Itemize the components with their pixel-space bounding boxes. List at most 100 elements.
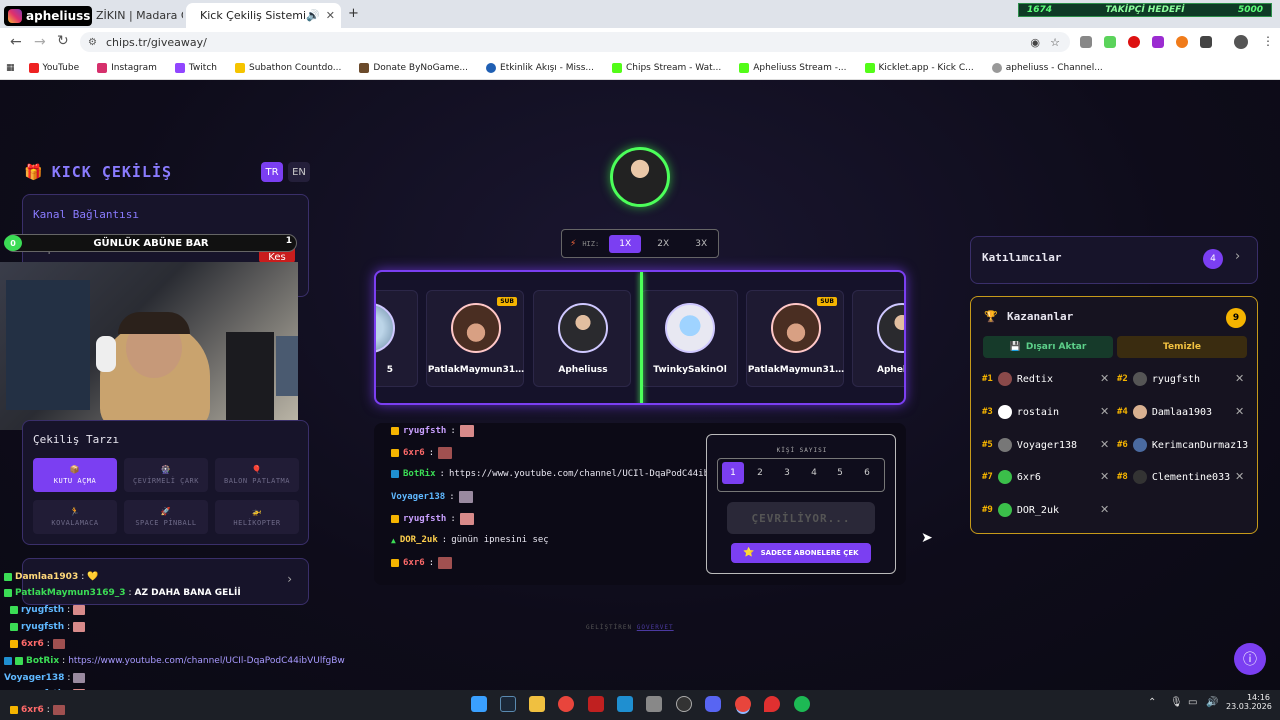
rocket-icon: 🚀 [160, 507, 172, 516]
reload-icon[interactable]: ↻ [57, 33, 69, 49]
bookmark-twitch[interactable]: Twitch [174, 62, 217, 73]
shield-icon[interactable] [1080, 36, 1092, 48]
style-helikopter[interactable]: 🚁 HELİKOPTER [215, 500, 299, 534]
subs-only-button[interactable]: ⭐ SADECE ABONELERE ÇEK [731, 543, 871, 563]
mic-icon[interactable]: 🎙 [1170, 697, 1183, 708]
apps-grid-icon[interactable]: ▦ [6, 63, 15, 73]
winner-row: #2 ryugfsth [1117, 372, 1201, 386]
reel-card: 5 [376, 290, 418, 387]
profile-avatar[interactable] [1234, 35, 1248, 49]
export-button[interactable]: 💾 Dışarı Aktar [983, 336, 1113, 358]
info-button[interactable]: ⓘ [1234, 643, 1266, 675]
bookmark-chips[interactable]: Chips Stream - Wat... [611, 62, 721, 73]
maps-pin-icon[interactable] [764, 696, 780, 712]
remove-icon[interactable]: ✕ [1235, 372, 1244, 385]
channel-title: Kanal Bağlantısı [33, 208, 139, 221]
extension-icon[interactable] [1176, 36, 1188, 48]
windows-start-icon[interactable] [471, 696, 487, 712]
kick-icon [864, 62, 875, 73]
steam-icon[interactable] [500, 696, 516, 712]
bookmark-apheliuss-stream[interactable]: Apheliuss Stream -... [739, 62, 847, 73]
bookmark-apheliuss-channel[interactable]: apheliuss - Channel... [991, 62, 1103, 73]
speed-3x-button[interactable]: 3X [685, 235, 717, 253]
back-icon[interactable]: ← [10, 34, 22, 50]
bookmark-subathon[interactable]: Subathon Countdo... [234, 62, 341, 73]
app-icon[interactable] [646, 696, 662, 712]
count-4-button[interactable]: 4 [803, 462, 825, 484]
network-icon[interactable]: ▭ [1188, 697, 1197, 708]
style-kovalamaca[interactable]: 🏃 KOVALAMACA [33, 500, 117, 534]
count-5-button[interactable]: 5 [829, 462, 851, 484]
bookmark-youtube[interactable]: YouTube [28, 62, 79, 73]
spotify-icon[interactable] [794, 696, 810, 712]
speed-2x-button[interactable]: 2X [647, 235, 679, 253]
close-icon[interactable]: ✕ [326, 9, 335, 22]
chevron-right-icon[interactable]: › [287, 572, 292, 586]
bookmark-instagram[interactable]: Instagram [97, 62, 157, 73]
forward-icon[interactable]: → [34, 34, 46, 50]
chat-line: ▲ DOR_2uk: günün ipnesini seç [391, 535, 549, 545]
chevron-up-icon[interactable]: ⌃ [1148, 697, 1156, 708]
mute-icon[interactable]: 🔊 [306, 9, 320, 22]
wall-flag [6, 280, 90, 410]
chrome-icon[interactable] [558, 696, 574, 712]
card-name: 5 [386, 365, 393, 375]
count-2-button[interactable]: 2 [749, 462, 771, 484]
bookmark-etkinlik[interactable]: Etkinlik Akışı - Miss... [486, 62, 594, 73]
bookmark-icon [359, 62, 370, 73]
spin-button[interactable]: ÇEVRİLİYOR... [727, 502, 875, 534]
chrome-icon[interactable] [735, 696, 751, 712]
lang-tr-button[interactable]: TR [261, 162, 283, 182]
clear-button[interactable]: Temizle [1117, 336, 1247, 358]
runner-icon: 🏃 [69, 507, 81, 516]
remove-icon[interactable]: ✕ [1235, 470, 1244, 483]
remove-icon[interactable]: ✕ [1100, 372, 1109, 385]
style-balon-patlatma[interactable]: 🎈 BALON PATLATMA [215, 458, 299, 492]
remove-icon[interactable]: ✕ [1100, 405, 1109, 418]
count-3-button[interactable]: 3 [776, 462, 798, 484]
winner-avatar [1132, 470, 1147, 484]
tab-kick-cekilis[interactable]: Kick Çekiliş Sistemi 🔊 ✕ [186, 3, 341, 28]
remove-icon[interactable]: ✕ [1100, 503, 1109, 516]
remove-icon[interactable]: ✕ [1235, 405, 1244, 418]
app-icon[interactable] [617, 696, 633, 712]
puzzle-icon[interactable] [1200, 36, 1212, 48]
style-kutu-acma[interactable]: 📦 KUTU AÇMA [33, 458, 117, 492]
chat-line: BotRix: https://www.youtube.com/channel/U… [391, 469, 714, 479]
remove-icon[interactable]: ✕ [1100, 438, 1109, 451]
count-6-button[interactable]: 6 [856, 462, 878, 484]
card-name: PatlakMaymun31… [427, 365, 525, 375]
chevron-right-icon[interactable]: › [1235, 249, 1240, 264]
style-space-pinball[interactable]: 🚀 SPACE PİNBALL [124, 500, 208, 534]
emote-icon [73, 622, 86, 632]
speed-1x-button[interactable]: 1X [609, 234, 642, 253]
participants-panel[interactable]: Katılımcılar 4 › [970, 236, 1258, 284]
style-cevirmeli-cark[interactable]: 🎡 ÇEVİRMELİ ÇARK [124, 458, 208, 492]
chat-line: ryugfsth: [391, 425, 474, 437]
star-icon[interactable]: ☆ [1050, 36, 1060, 49]
discord-icon[interactable] [705, 696, 721, 712]
bookmark-donate[interactable]: Donate ByNoGame... [359, 62, 468, 73]
tab-madara[interactable]: ZİKIN | Madara Olg ✕ [88, 3, 183, 28]
new-tab-icon[interactable]: + [348, 6, 359, 21]
extension-icon[interactable] [1152, 36, 1164, 48]
remove-icon[interactable]: ✕ [1100, 470, 1109, 483]
emote-icon [458, 491, 473, 503]
extension-icon[interactable] [1104, 36, 1116, 48]
eye-off-icon[interactable]: ◉ [1030, 36, 1040, 49]
lang-en-button[interactable]: EN [288, 162, 310, 182]
app-icon[interactable] [588, 696, 604, 712]
author-link[interactable]: GOVERVET [637, 624, 674, 631]
menu-icon[interactable]: ⋮ [1262, 34, 1274, 48]
count-1-button[interactable]: 1 [722, 462, 744, 484]
url-field[interactable]: ⚙ chips.tr/giveaway/ ◉ ☆ [80, 32, 1070, 52]
bot-badge-icon [4, 657, 12, 665]
extension-icon[interactable] [1128, 36, 1140, 48]
bookmark-kicklet[interactable]: Kicklet.app - Kick C... [864, 62, 974, 73]
clock[interactable]: 14:16 23.03.2026 [1226, 693, 1272, 711]
site-info-icon[interactable]: ⚙ [88, 37, 97, 48]
obs-icon[interactable] [676, 696, 692, 712]
volume-icon[interactable]: 🔊 [1206, 697, 1218, 708]
twitch-icon [174, 62, 185, 73]
folder-icon[interactable] [529, 696, 545, 712]
